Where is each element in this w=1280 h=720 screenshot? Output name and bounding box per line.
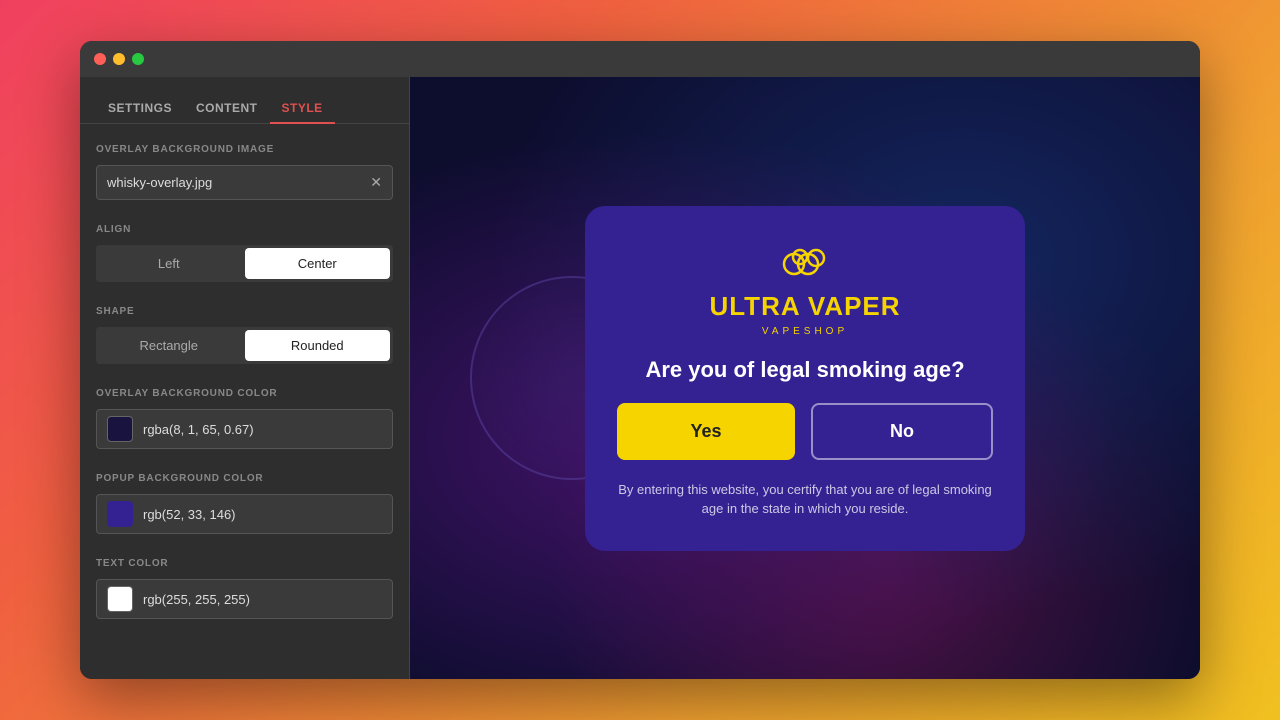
overlay-bg-image-value: whisky-overlay.jpg (107, 175, 212, 190)
title-bar (80, 41, 1200, 77)
shape-rounded-button[interactable]: Rounded (245, 330, 391, 361)
overlay-bg-color-swatch (107, 416, 133, 442)
overlay-bg-color-value: rgba(8, 1, 65, 0.67) (143, 422, 254, 437)
shape-toggle-group: Rectangle Rounded (96, 327, 393, 364)
overlay-bg-image-label: OVERLAY BACKGROUND IMAGE (96, 144, 393, 155)
tab-style[interactable]: STYLE (270, 93, 335, 123)
popup-bg-color-swatch (107, 501, 133, 527)
panel-content: OVERLAY BACKGROUND IMAGE whisky-overlay.… (80, 124, 409, 663)
text-color-label: TEXT COLOR (96, 558, 393, 569)
minimize-button[interactable] (113, 53, 125, 65)
tab-content[interactable]: CONTENT (184, 93, 270, 123)
clear-overlay-bg-image-icon[interactable]: ✕ (370, 174, 382, 191)
shape-label: SHAPE (96, 306, 393, 317)
popup-bg-color-section: POPUP BACKGROUND COLOR rgb(52, 33, 146) (96, 473, 393, 534)
popup-disclaimer: By entering this website, you certify th… (617, 480, 993, 519)
brand-logo: ULTRA VAPER VAPESHOP (709, 242, 900, 337)
align-label: ALIGN (96, 224, 393, 235)
overlay-bg-image-section: OVERLAY BACKGROUND IMAGE whisky-overlay.… (96, 144, 393, 200)
tab-settings[interactable]: SETTINGS (96, 93, 184, 123)
preview-background: ULTRA VAPER VAPESHOP Are you of legal sm… (410, 77, 1200, 679)
popup-bg-color-value: rgb(52, 33, 146) (143, 507, 236, 522)
left-panel: SETTINGS CONTENT STYLE OVERLAY BACKGROUN… (80, 77, 410, 679)
app-window: SETTINGS CONTENT STYLE OVERLAY BACKGROUN… (80, 41, 1200, 679)
yes-button[interactable]: Yes (617, 403, 795, 460)
align-left-button[interactable]: Left (96, 245, 242, 282)
tab-bar: SETTINGS CONTENT STYLE (80, 77, 409, 124)
align-toggle-group: Left Center (96, 245, 393, 282)
overlay-bg-color-label: OVERLAY BACKGROUND COLOR (96, 388, 393, 399)
align-section: ALIGN Left Center (96, 224, 393, 282)
brand-name: ULTRA VAPER (709, 291, 900, 322)
overlay-bg-color-section: OVERLAY BACKGROUND COLOR rgba(8, 1, 65, … (96, 388, 393, 449)
popup-bg-color-input[interactable]: rgb(52, 33, 146) (96, 494, 393, 534)
shape-rectangle-button[interactable]: Rectangle (96, 327, 242, 364)
brand-sub: VAPESHOP (762, 326, 848, 337)
overlay-bg-color-input[interactable]: rgba(8, 1, 65, 0.67) (96, 409, 393, 449)
popup-buttons: Yes No (617, 403, 993, 460)
shape-section: SHAPE Rectangle Rounded (96, 306, 393, 364)
main-area: SETTINGS CONTENT STYLE OVERLAY BACKGROUN… (80, 77, 1200, 679)
maximize-button[interactable] (132, 53, 144, 65)
text-color-section: TEXT COLOR rgb(255, 255, 255) (96, 558, 393, 619)
text-color-swatch (107, 586, 133, 612)
popup-bg-color-label: POPUP BACKGROUND COLOR (96, 473, 393, 484)
overlay-bg-image-input[interactable]: whisky-overlay.jpg ✕ (96, 165, 393, 200)
text-color-value: rgb(255, 255, 255) (143, 592, 250, 607)
no-button[interactable]: No (811, 403, 993, 460)
brand-svg-icon (780, 242, 830, 282)
traffic-lights (94, 53, 144, 65)
right-preview: ULTRA VAPER VAPESHOP Are you of legal sm… (410, 77, 1200, 679)
text-color-input[interactable]: rgb(255, 255, 255) (96, 579, 393, 619)
close-button[interactable] (94, 53, 106, 65)
align-center-button[interactable]: Center (245, 248, 391, 279)
brand-icon (780, 242, 830, 287)
popup-question: Are you of legal smoking age? (645, 357, 964, 383)
popup-card: ULTRA VAPER VAPESHOP Are you of legal sm… (585, 206, 1025, 551)
